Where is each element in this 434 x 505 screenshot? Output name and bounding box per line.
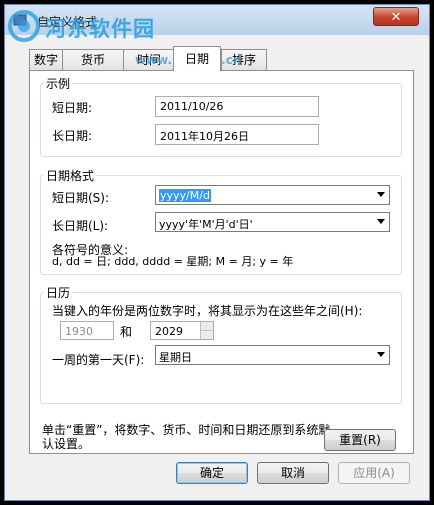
example-short-date-label: 短日期: [52,101,93,115]
watermark-logo-icon [8,10,40,42]
example-group [40,83,402,157]
apply-button: 应用(A) [338,462,410,484]
year-to-value[interactable]: 2029 [155,325,183,338]
and-label: 和 [120,325,133,339]
example-long-date-field: 2011年10月26日 [155,124,319,145]
stepper-down-icon[interactable] [200,330,213,339]
reset-description: 单击“重置”，将数字、货币、时间和日期还原到系统默认设置。 [42,423,331,451]
tab-currency[interactable]: 货币 [62,49,124,70]
example-long-date-label: 长日期: [52,129,93,143]
year-from-field: 1930 [60,321,114,340]
reset-button[interactable]: 重置(R) [324,429,396,451]
first-day-value[interactable]: 星期日 [159,351,192,364]
example-group-label: 示例 [44,75,73,92]
ok-button[interactable]: 确定 [176,462,248,484]
year-to-stepper[interactable]: 2029 [150,321,214,340]
date-tab-panel: 示例 短日期: 2011/10/26 长日期: 2011年10月26日 日期格式… [29,70,414,454]
short-date-format-combo[interactable]: yyyy/M/d [155,185,390,205]
chevron-down-icon[interactable] [377,192,385,197]
custom-format-dialog: 自定义格式 ✕ 河东软件园 数字 货币 时间 日期 排序 www.pc0359.… [4,4,430,501]
stepper-up-icon[interactable] [200,322,213,330]
long-date-format-combo[interactable]: yyyy'年'M'月'd'日' [155,212,390,232]
example-short-date-field: 2011/10/26 [155,96,319,117]
tab-date[interactable]: 日期 [173,46,221,71]
cancel-button[interactable]: 取消 [257,462,329,484]
short-date-format-label: 短日期(S): [52,191,110,205]
short-date-format-value[interactable]: yyyy/M/d [159,189,211,202]
watermark-text: 河东软件园 [45,17,155,41]
tab-number[interactable]: 数字 [29,49,63,70]
chevron-down-icon[interactable] [377,219,385,224]
first-day-combo[interactable]: 星期日 [155,345,390,365]
chevron-down-icon[interactable] [377,352,385,357]
date-format-group-label: 日期格式 [44,167,97,184]
long-date-format-value[interactable]: yyyy'年'M'月'd'日' [159,218,253,231]
symbol-legend-text: d, dd = 日; ddd, dddd = 星期; M = 月; y = 年 [52,255,294,268]
close-button[interactable]: ✕ [373,7,419,26]
long-date-format-label: 长日期(L): [52,219,109,233]
first-day-label: 一周的第一天(F): [52,353,145,367]
two-digit-year-label: 当键入的年份是两位数字时，将其显示为在这些年之间(H): [52,304,363,318]
calendar-group-label: 日历 [44,284,73,301]
